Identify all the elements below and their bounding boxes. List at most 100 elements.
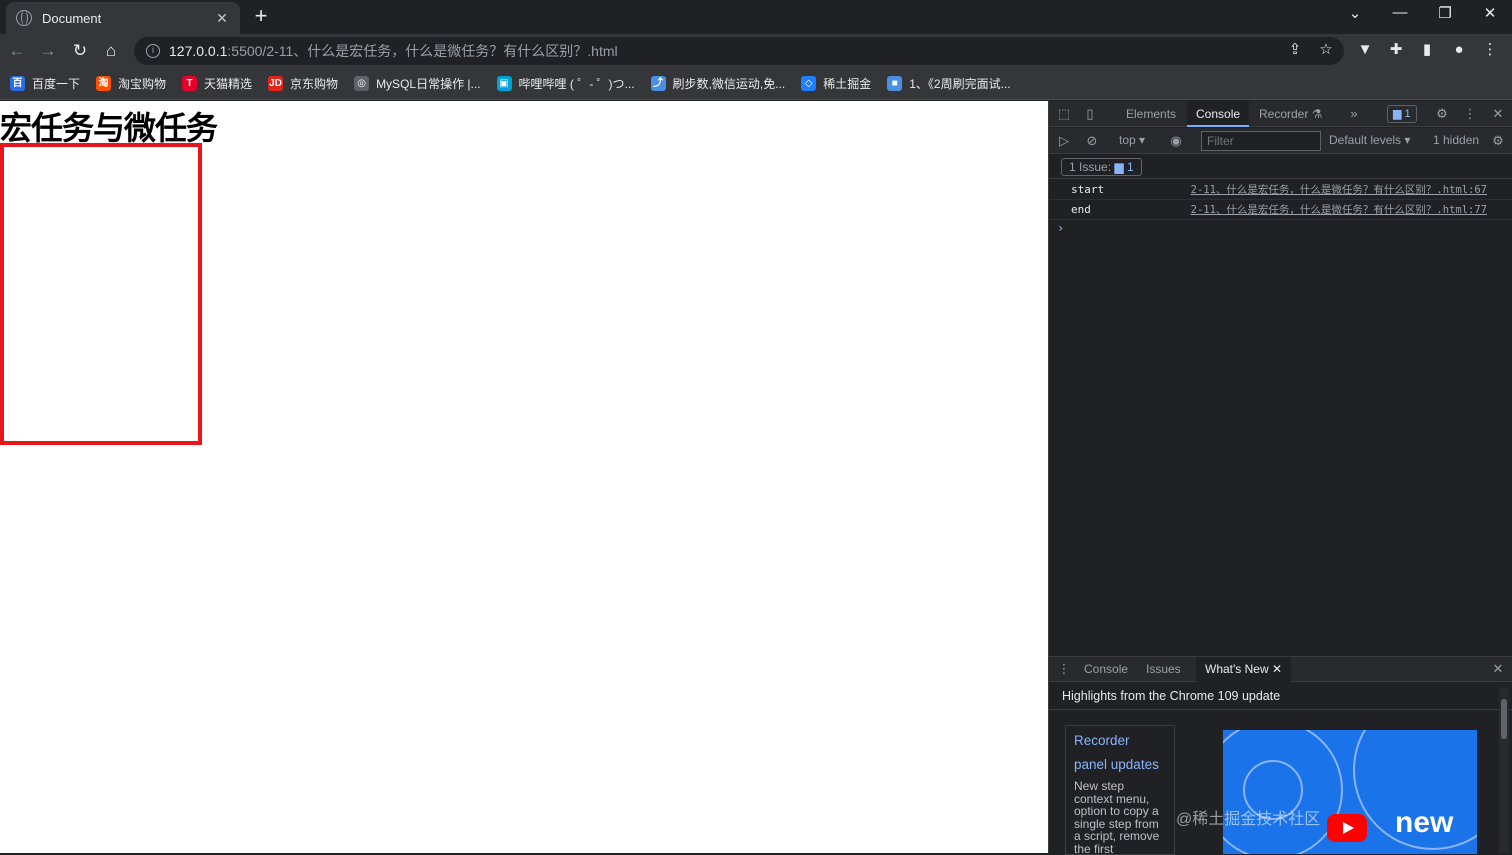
tab-recorder[interactable]: Recorder ⚗ [1250, 101, 1331, 127]
site-info-icon[interactable]: i [146, 44, 160, 58]
drawer-tab-console[interactable]: Console [1075, 657, 1137, 682]
whats-new-headline: Highlights from the Chrome 109 update [1049, 682, 1512, 710]
forward-button[interactable]: → [37, 40, 59, 62]
bookmark-label: 刷步数,微信运动,免... [672, 77, 786, 91]
bookmark-item[interactable]: T 天猫精选 [182, 75, 252, 92]
tab-recorder-label: Recorder [1259, 107, 1309, 121]
context-label: top [1119, 133, 1136, 147]
run-icon: ⤴ [650, 76, 666, 91]
sidebar-toggle-icon[interactable]: ▷ [1055, 132, 1073, 150]
inspect-element-icon[interactable]: ⬚ [1055, 105, 1073, 123]
tab-console[interactable]: Console [1187, 101, 1250, 127]
bookmark-label: 哔哩哔哩 ( ゜- ゜)つ... [518, 77, 635, 91]
taobao-icon: 淘 [96, 76, 112, 91]
page-viewport: 宏任务与微任务 [0, 101, 1048, 853]
log-source-link[interactable]: 2-11、什么是宏任务，什么是微任务？有什么区别？.html:77 [1191, 200, 1487, 220]
vue-devtools-icon[interactable]: ▼ [1355, 40, 1375, 60]
menu-icon[interactable]: ⋮ [1480, 40, 1500, 60]
close-tab-icon[interactable]: ✕ [1272, 662, 1282, 676]
tab-elements[interactable]: Elements [1117, 101, 1185, 127]
browser-tab[interactable]: Document ✕ [6, 2, 240, 34]
hidden-count: 1 hidden [1433, 133, 1480, 147]
address-bar[interactable]: i 127.0.0.1 :5500/2-11、什么是宏任务，什么是微任务？有什么… [134, 37, 1344, 65]
console-log-row: start 2-11、什么是宏任务，什么是微任务？有什么区别？.html:67 [1049, 180, 1512, 200]
home-button[interactable]: ⌂ [100, 40, 122, 62]
video-thumbnail[interactable]: new [1223, 730, 1477, 854]
drawer-tab-whats-new[interactable]: What's New ✕ [1196, 657, 1292, 682]
bookmark-item[interactable]: ◎ MySQL日常操作 |... [354, 75, 481, 92]
log-message: end [1071, 203, 1091, 216]
close-window-button[interactable]: ✕ [1475, 4, 1505, 22]
log-source-link[interactable]: 2-11、什么是宏任务，什么是微任务？有什么区别？.html:67 [1191, 180, 1487, 200]
issues-pill[interactable]: 1 Issue: ▆ 1 [1061, 158, 1142, 176]
red-box [0, 143, 202, 445]
whats-new-card[interactable]: Recorder panel updates New step context … [1065, 725, 1175, 855]
console-toolbar: ▷ ⊘ top ▾ ◉ Default levels ▾ 1 hidden ⚙ [1049, 128, 1512, 154]
globe-icon: ◎ [354, 76, 370, 91]
back-button[interactable]: ← [6, 40, 28, 62]
bookmark-label: 京东购物 [290, 77, 339, 91]
video-new-text: new [1395, 806, 1454, 839]
log-levels-label: Default levels [1329, 133, 1402, 147]
console-settings-icon[interactable]: ⚙ [1489, 132, 1507, 150]
drawer-tab-issues[interactable]: Issues [1137, 657, 1190, 682]
close-drawer-icon[interactable]: ✕ [1489, 660, 1507, 678]
extensions-icon[interactable]: ✚ [1386, 40, 1406, 60]
bookmark-item[interactable]: ◇ 稀土掘金 [801, 75, 871, 92]
card-title[interactable]: Recorder panel updates [1074, 729, 1166, 777]
bookmark-item[interactable]: JD 京东购物 [268, 75, 338, 92]
devtools-tabbar: ⬚ ▯ Elements Console Recorder ⚗ » ▆ 1 ⚙ … [1049, 101, 1512, 127]
close-devtools-icon[interactable]: ✕ [1489, 105, 1507, 123]
watermark: @稀土掘金技术社区 [1176, 811, 1321, 828]
console-log-row: end 2-11、什么是宏任务，什么是微任务？有什么区别？.html:77 [1049, 200, 1512, 220]
bookmark-item[interactable]: 淘淘宝购物 [96, 75, 166, 92]
profile-icon[interactable]: ● [1449, 40, 1469, 60]
bookmark-label: 淘宝购物 [118, 77, 167, 91]
issue-count: 1 [1126, 160, 1134, 174]
bookmark-item[interactable]: 百百度一下 [10, 75, 80, 92]
bookmark-item[interactable]: ■ 1、《2周刷完面试... [887, 75, 1011, 92]
drawer-scrollbar[interactable] [1499, 687, 1509, 853]
console-filter-input[interactable] [1201, 131, 1321, 151]
tmall-icon: T [182, 76, 198, 91]
jd-icon: JD [268, 76, 284, 91]
reload-button[interactable]: ↻ [69, 40, 91, 62]
scrollbar-thumb[interactable] [1501, 699, 1507, 739]
share-icon[interactable]: ⇪ [1285, 40, 1305, 60]
context-select[interactable]: top ▾ [1119, 133, 1145, 147]
url-path: :5500/2-11、什么是宏任务，什么是微任务？有什么区别？.html [227, 43, 618, 59]
device-toolbar-icon[interactable]: ▯ [1081, 105, 1099, 123]
bilibili-icon: ▣ [496, 76, 512, 91]
side-panel-icon[interactable]: ▮ [1417, 40, 1437, 60]
bookmark-label: MySQL日常操作 |... [376, 77, 481, 91]
drawer-tabbar: ⋮ Console Issues What's New ✕ ✕ [1049, 656, 1512, 682]
console-prompt-icon[interactable]: › [1057, 221, 1064, 235]
clear-console-icon[interactable]: ⊘ [1083, 132, 1101, 150]
bookmark-item[interactable]: ▣ 哔哩哔哩 ( ゜- ゜)つ... [496, 75, 635, 92]
doc-icon: ■ [887, 76, 903, 91]
message-icon: ▆ [1393, 108, 1402, 120]
more-tabs-icon[interactable]: » [1345, 105, 1363, 123]
bookmark-item[interactable]: ⤴ 刷步数,微信运动,免... [650, 75, 786, 92]
bookmark-label: 百度一下 [32, 77, 81, 91]
devtools-menu-icon[interactable]: ⋮ [1461, 105, 1479, 123]
tab-search-icon[interactable]: ⌄ [1340, 4, 1370, 22]
minimize-button[interactable]: — [1385, 4, 1415, 21]
play-icon[interactable] [1327, 814, 1367, 842]
bookmarks-bar: 百百度一下淘淘宝购物 T 天猫精选 JD 京东购物 ◎ MySQL日常操作 |... ▣ 哔哩哔… [0, 68, 1512, 100]
log-levels-select[interactable]: Default levels ▾ [1329, 133, 1410, 147]
settings-gear-icon[interactable]: ⚙ [1433, 105, 1451, 123]
issue-row: 1 Issue: ▆ 1 [1049, 155, 1512, 179]
tab-title: Document [42, 10, 102, 26]
bookmark-star-icon[interactable]: ☆ [1316, 40, 1336, 60]
drawer-menu-icon[interactable]: ⋮ [1055, 660, 1073, 678]
tab-strip: Document ✕ + ⌄ — ❐ ✕ [0, 0, 1512, 34]
globe-icon [16, 10, 32, 26]
log-message: start [1071, 183, 1105, 196]
live-expression-eye-icon[interactable]: ◉ [1167, 132, 1185, 150]
close-tab-icon[interactable]: ✕ [214, 10, 230, 27]
new-tab-button[interactable]: + [250, 5, 272, 27]
message-icon: ▆ [1114, 160, 1124, 174]
issues-badge[interactable]: ▆ 1 [1387, 105, 1417, 123]
restore-button[interactable]: ❐ [1430, 4, 1460, 22]
